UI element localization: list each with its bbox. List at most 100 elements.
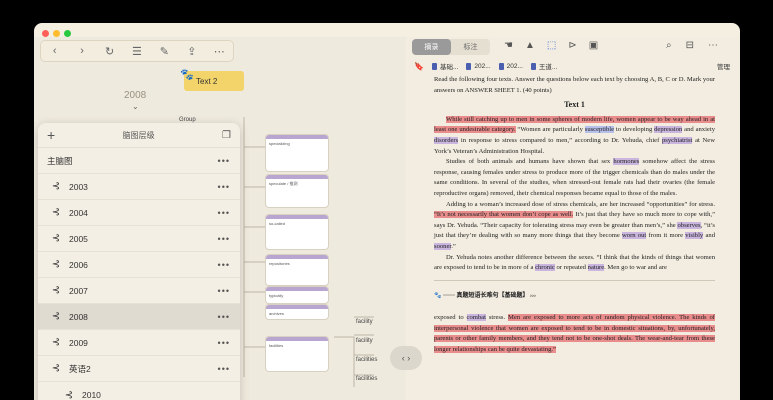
doc-tab[interactable]: 王道... (530, 61, 558, 71)
list-item-2006[interactable]: ⊰ 2006 ••• (38, 252, 240, 278)
highlight[interactable]: depression (654, 126, 683, 134)
file-icon (498, 62, 504, 70)
highlight[interactable]: observes (677, 221, 701, 229)
list-item-2003[interactable]: ⊰ 2003 ••• (38, 174, 240, 200)
more-icon[interactable]: ••• (218, 234, 230, 244)
more-icon[interactable]: ••• (218, 338, 230, 348)
divider (434, 279, 715, 281)
text: Studies of both animals and humans have … (446, 158, 614, 166)
map-node[interactable]: speculate / 推测 (266, 175, 328, 207)
chevron-down-icon[interactable]: ⌄ (132, 102, 139, 111)
lasso-icon[interactable]: ⊳ (568, 40, 576, 51)
mindmap-icon: ⊰ (51, 311, 61, 322)
mindmap-icon: ⊰ (51, 233, 61, 244)
map-leaf[interactable]: facilities (356, 376, 377, 382)
paragraph-3: Adding to a woman’s increased dose of st… (434, 200, 715, 253)
list-item-english2[interactable]: ⊰ 英语2 ••• (38, 356, 240, 382)
text: and (703, 232, 715, 240)
highlight[interactable]: hormones (613, 158, 640, 166)
right-tools: ⌕ ⊟ ⋯ (666, 40, 718, 51)
highlight[interactable]: nature (587, 264, 605, 272)
more-icon[interactable]: ••• (218, 260, 230, 270)
text: .” (451, 242, 456, 250)
mindmap-pane: ‹ › ↻ ☰ ✎ ⇪ ⋯ 2008 ⌄ Text 2 🐾 Group spec… (34, 37, 406, 400)
search-icon[interactable]: ⌕ (666, 40, 672, 51)
highlight[interactable]: disorders (434, 136, 459, 144)
list-item-label: 英语2 (69, 363, 91, 374)
resize-handle[interactable]: ‹ › (390, 346, 422, 370)
map-node[interactable]: typically (266, 287, 328, 303)
paragraph-1: While still catching up to men in some s… (434, 115, 715, 157)
tab-annotate[interactable]: 标注 (451, 39, 490, 55)
select-box-icon[interactable]: ⬚ (547, 40, 556, 51)
highlight[interactable]: combat (466, 314, 486, 322)
more-icon[interactable]: ••• (218, 286, 230, 296)
text: . Men go to war and are (604, 264, 667, 272)
more-icon[interactable]: ••• (218, 208, 230, 218)
highlight[interactable]: sooner (434, 242, 452, 250)
highlight[interactable]: psychiatrist (661, 136, 693, 144)
highlight[interactable]: “It’s not necessarily that women don’t c… (434, 211, 574, 219)
map-node[interactable]: facilities (266, 337, 328, 371)
document-page: Read the following four texts. Answer th… (434, 75, 715, 356)
map-node[interactable]: so-called (266, 215, 328, 249)
close-window-button[interactable] (42, 30, 49, 37)
list-item-2007[interactable]: ⊰ 2007 ••• (38, 278, 240, 304)
map-node[interactable]: specializing (266, 135, 328, 171)
highlight[interactable]: susceptible (584, 126, 615, 134)
highlight[interactable]: visibly (685, 232, 704, 240)
list-item-2005[interactable]: ⊰ 2005 ••• (38, 226, 240, 252)
list-item-2010[interactable]: ⊰ 2010 (38, 382, 240, 400)
add-icon[interactable]: + (47, 127, 55, 143)
more-icon[interactable]: ••• (218, 182, 230, 192)
highlight[interactable]: chronic (535, 264, 555, 272)
more-icon[interactable]: ••• (218, 156, 230, 166)
bookmark-icon[interactable]: ⊟ (686, 40, 694, 51)
list-item-2009[interactable]: ⊰ 2009 ••• (38, 330, 240, 356)
map-node[interactable]: archives (266, 305, 328, 319)
list-item-label: 2003 (69, 181, 88, 192)
mindmap-icon: ⊰ (51, 259, 61, 270)
map-leaf[interactable]: facility (356, 319, 373, 325)
mindmap-icon: ⊰ (51, 285, 61, 296)
doc-tab-label: 基础... (439, 64, 459, 71)
mindmap-icon: ⊰ (51, 181, 61, 192)
tab-excerpt[interactable]: 摘录 (412, 39, 451, 55)
manage-button[interactable]: 管理 (717, 61, 730, 71)
list-item-2008[interactable]: ⊰ 2008 ••• (38, 304, 240, 330)
map-node[interactable]: repositories (266, 255, 328, 285)
list-item-root[interactable]: 主脑图 ••• (38, 148, 240, 174)
hand-icon[interactable]: ☚ (504, 40, 513, 51)
document-tabs: 🔖 基础... 202... 202... 王道... 管理 (406, 59, 740, 73)
highlight[interactable]: worn out (622, 232, 647, 240)
text: in response to stress compared to men,” … (458, 136, 662, 144)
more-icon[interactable]: ⋯ (708, 40, 718, 51)
image-icon[interactable]: ▣ (589, 40, 598, 51)
annotation-tools: ☚ ▲ ⬚ ⊳ ▣ (504, 40, 598, 51)
doc-tab[interactable]: 基础... (431, 61, 459, 71)
doc-tab-label: 202... (506, 62, 523, 70)
zoom-window-button[interactable] (64, 30, 71, 37)
file-icon (431, 62, 437, 70)
list-item-2004[interactable]: ⊰ 2004 ••• (38, 200, 240, 226)
text-heading: Text 1 (564, 100, 585, 110)
map-leaf[interactable]: facility (356, 338, 373, 344)
highlighter-icon[interactable]: ▲ (525, 40, 535, 51)
more-icon[interactable]: ••• (218, 312, 230, 322)
mindmap-icon: ⊰ (64, 389, 74, 400)
minimize-window-button[interactable] (53, 30, 60, 37)
app-window: ‹ › ↻ ☰ ✎ ⇪ ⋯ 2008 ⌄ Text 2 🐾 Group spec… (34, 23, 740, 400)
doc-tab-label: 王道... (538, 64, 558, 71)
paw-icon: 🐾 (434, 292, 442, 299)
year-node[interactable]: 2008 (124, 90, 146, 101)
windows-icon[interactable]: ❐ (222, 130, 231, 141)
text: “Women are particularly (515, 126, 585, 134)
list-item-label: 2005 (69, 233, 88, 244)
doc-tab[interactable]: 202... (498, 62, 523, 70)
paragraph-4: Dr. Yehuda notes another difference betw… (434, 253, 715, 274)
bookmark-icon[interactable]: 🔖 (414, 62, 424, 71)
list-item-label: 2007 (69, 285, 88, 296)
doc-tab[interactable]: 202... (466, 62, 491, 70)
map-leaf[interactable]: facilities (356, 357, 377, 363)
more-icon[interactable]: ••• (218, 364, 230, 374)
